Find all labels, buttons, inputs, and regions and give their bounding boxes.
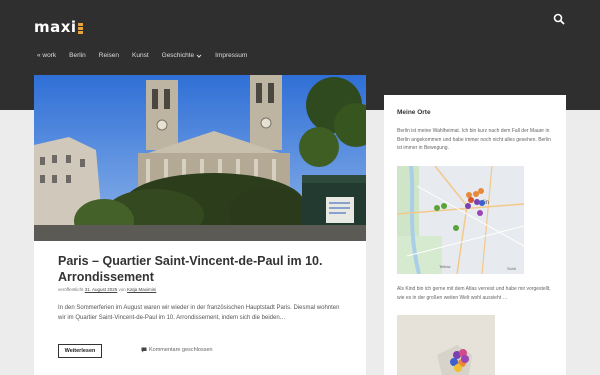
nav-item-kunst[interactable]: Kunst bbox=[132, 52, 149, 59]
sidebar: Meine Orte Berlin ist meine Wahlheimat. … bbox=[384, 95, 566, 375]
sidebar-text-world: Als Kind bin ich gerne mit dem Atlas ver… bbox=[397, 286, 551, 301]
chevron-down-icon bbox=[196, 54, 202, 58]
nav-item-work[interactable]: « work bbox=[37, 52, 56, 59]
nav-item-geschichte-label: Geschichte bbox=[161, 52, 195, 59]
map1-south-label: Teltow bbox=[439, 264, 450, 269]
nav-item-impressum[interactable]: Impressum bbox=[215, 52, 247, 59]
meta-by: von bbox=[118, 287, 126, 292]
nav-item-berlin[interactable]: Berlin bbox=[69, 52, 86, 59]
map1-east-label: Schö bbox=[507, 266, 517, 271]
search-icon[interactable] bbox=[552, 12, 566, 26]
meta-prefix: veröffentlicht bbox=[58, 287, 84, 292]
comments-label: Kommentare geschlossen bbox=[149, 347, 213, 353]
sidebar-text-berlin: Berlin ist meine Wahlheimat. Ich bin kur… bbox=[397, 128, 551, 151]
world-map[interactable] bbox=[397, 315, 495, 375]
main-nav: « work Berlin Reisen Kunst Geschichte Im… bbox=[37, 52, 260, 59]
logo-text: maxi bbox=[34, 18, 77, 36]
logo-mark-icon bbox=[77, 21, 84, 34]
nav-item-geschichte[interactable]: Geschichte bbox=[162, 52, 203, 59]
widget-title: Meine Orte bbox=[397, 109, 431, 116]
berlin-map[interactable]: lin Teltow Schö bbox=[397, 166, 524, 274]
site-logo[interactable]: maxi bbox=[34, 18, 84, 36]
post-author-link[interactable]: Katja Maximini bbox=[127, 287, 156, 292]
post-card: Paris – Quartier Saint-Vincent-de-Paul i… bbox=[34, 75, 366, 375]
nav-item-reisen[interactable]: Reisen bbox=[99, 52, 119, 59]
post-featured-image[interactable] bbox=[34, 75, 366, 241]
comments-status: Kommentare geschlossen bbox=[141, 347, 213, 353]
post-title[interactable]: Paris – Quartier Saint-Vincent-de-Paul i… bbox=[58, 253, 348, 285]
comment-icon bbox=[141, 347, 147, 353]
read-more-button[interactable]: Weiterlesen bbox=[58, 344, 102, 358]
post-date-link[interactable]: 31. August 2025 bbox=[85, 287, 118, 292]
post-excerpt: In den Sommerferien im August waren wir … bbox=[58, 305, 340, 321]
post-meta: veröffentlicht 31. August 2025 von Katja… bbox=[58, 287, 156, 292]
